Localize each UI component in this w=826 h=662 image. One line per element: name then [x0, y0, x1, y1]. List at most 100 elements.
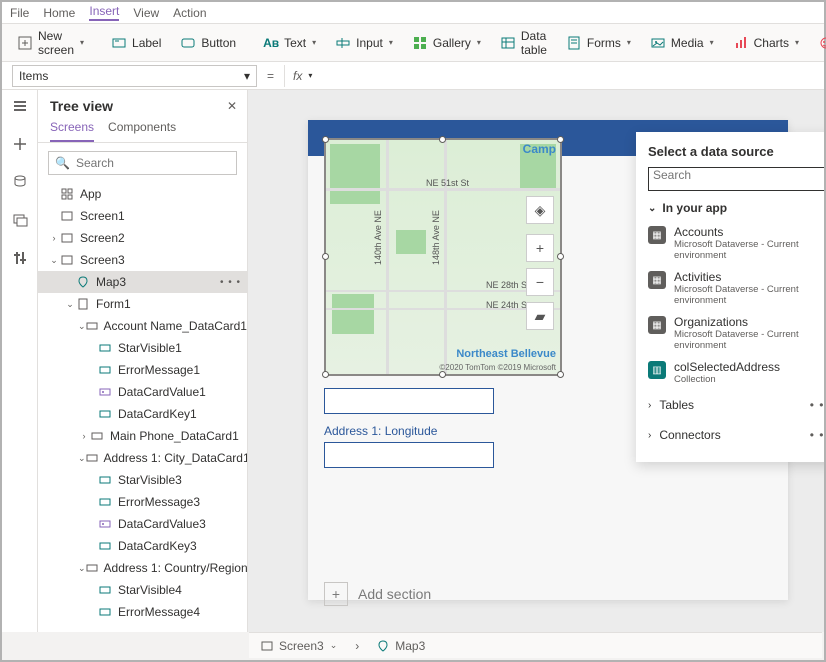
data-rail-button[interactable]	[10, 172, 30, 192]
ds-category-connectors[interactable]: ›Connectors• • •	[648, 420, 824, 450]
tab-components[interactable]: Components	[108, 120, 176, 142]
breadcrumb-map3[interactable]: Map3	[377, 639, 425, 653]
label-button[interactable]: Label	[104, 32, 169, 54]
map-locate-button[interactable]: ◈	[526, 196, 554, 224]
label-icon	[98, 539, 112, 553]
forms-dropdown[interactable]: Forms▾	[559, 32, 639, 54]
screen-icon	[60, 209, 74, 223]
map-layers-button[interactable]: ▰	[526, 302, 554, 330]
menu-view[interactable]: View	[133, 6, 159, 20]
new-screen-button[interactable]: New screen▾	[10, 25, 92, 61]
formula-bar: Items▾ = fx▾	[2, 62, 824, 90]
advanced-rail-button[interactable]	[10, 248, 30, 268]
tree-item-screen3[interactable]: ⌄Screen3	[38, 249, 247, 271]
ds-item-collection[interactable]: ▥colSelectedAddressCollection	[648, 356, 824, 390]
map-place-label: Camp	[523, 142, 556, 156]
tab-screens[interactable]: Screens	[50, 120, 94, 142]
insert-rail-button[interactable]	[10, 134, 30, 154]
tree-item-sv4[interactable]: StarVisible4	[38, 579, 247, 601]
more-icon[interactable]: • • •	[810, 398, 824, 412]
media-dropdown[interactable]: Media▾	[643, 32, 722, 54]
more-icon[interactable]: • • •	[220, 277, 241, 288]
tree-item-addrcity[interactable]: ⌄Address 1: City_DataCard1	[38, 447, 247, 469]
data-source-search-input[interactable]	[653, 168, 824, 182]
screen-icon	[60, 231, 74, 245]
data-table-button[interactable]: Data table	[493, 25, 555, 61]
tree-item-em1[interactable]: ErrorMessage1	[38, 359, 247, 381]
menu-file[interactable]: File	[10, 6, 29, 20]
app-icon	[60, 187, 74, 201]
tree-item-dck1[interactable]: DataCardKey1	[38, 403, 247, 425]
form-icon	[76, 297, 90, 311]
ds-item-organizations[interactable]: ▦OrganizationsMicrosoft Dataverse - Curr…	[648, 311, 824, 356]
map-zoom-out-button[interactable]: −	[526, 268, 554, 296]
tree-item-acct[interactable]: ⌄Account Name_DataCard1	[38, 315, 247, 337]
equals-label: =	[257, 69, 284, 83]
datacard-icon	[90, 429, 104, 443]
tree-item-sv3[interactable]: StarVisible3	[38, 469, 247, 491]
more-icon[interactable]: • • •	[810, 428, 824, 442]
tree-item-sv1[interactable]: StarVisible1	[38, 337, 247, 359]
text-dropdown[interactable]: AʙText▾	[256, 32, 324, 54]
charts-dropdown[interactable]: Charts▾	[726, 32, 807, 54]
data-source-search[interactable]	[648, 167, 824, 191]
ds-item-accounts[interactable]: ▦AccountsMicrosoft Dataverse - Current e…	[648, 221, 824, 266]
collection-icon: ▥	[648, 361, 666, 379]
menu-action[interactable]: Action	[173, 6, 206, 20]
formula-input[interactable]: fx▾	[284, 65, 824, 87]
longitude-input[interactable]	[324, 442, 494, 468]
breadcrumb-separator: ›	[355, 639, 359, 653]
plus-icon: +	[324, 582, 348, 606]
close-tree-button[interactable]: ✕	[227, 99, 237, 113]
label-icon	[98, 605, 112, 619]
tree-item-em4[interactable]: ErrorMessage4	[38, 601, 247, 623]
tree-item-dck3[interactable]: DataCardKey3	[38, 535, 247, 557]
tree-item-em3[interactable]: ErrorMessage3	[38, 491, 247, 513]
gallery-dropdown[interactable]: Gallery▾	[405, 32, 489, 54]
tree-item-addrcountry[interactable]: ⌄Address 1: Country/Region_DataCar	[38, 557, 247, 579]
dataverse-icon: ▦	[648, 316, 666, 334]
tree-item-dcv3[interactable]: DataCardValue3	[38, 513, 247, 535]
street-label: 140th Ave NE	[373, 210, 383, 265]
tree-item-mainphone[interactable]: ›Main Phone_DataCard1	[38, 425, 247, 447]
field-box[interactable]	[324, 388, 494, 414]
tree-item-screen1[interactable]: Screen1	[38, 205, 247, 227]
screen-icon	[60, 253, 74, 267]
tree-search-input[interactable]	[76, 156, 231, 170]
map-copyright: ©2020 TomTom ©2019 Microsoft	[439, 363, 556, 372]
tree-item-screen2[interactable]: ›Screen2	[38, 227, 247, 249]
gallery-icon	[413, 36, 427, 50]
tree-item-app[interactable]: App	[38, 183, 247, 205]
chevron-right-icon: ›	[648, 430, 651, 441]
data-source-title: Select a data source	[648, 144, 774, 159]
tree-item-form1[interactable]: ⌄Form1	[38, 293, 247, 315]
menu-bar: File Home Insert View Action	[2, 2, 824, 24]
chevron-down-icon: ⌄	[648, 203, 656, 214]
ds-item-activities[interactable]: ▦ActivitiesMicrosoft Dataverse - Current…	[648, 266, 824, 311]
tree-view-rail-button[interactable]	[10, 96, 30, 116]
new-screen-icon	[18, 36, 32, 50]
label-icon	[98, 363, 112, 377]
input-dropdown[interactable]: Input▾	[328, 32, 401, 54]
street-label: NE 51st St	[426, 178, 469, 188]
canvas[interactable]: NE 51st St NE 28th St NE 24th St 140th A…	[248, 90, 824, 632]
button-button[interactable]: Button	[173, 32, 244, 54]
breadcrumb-bar: Screen3⌄ › Map3	[249, 632, 822, 658]
menu-insert[interactable]: Insert	[89, 4, 119, 21]
menu-home[interactable]: Home	[43, 6, 75, 20]
tree-item-dcv1[interactable]: DataCardValue1	[38, 381, 247, 403]
ds-category-tables[interactable]: ›Tables• • •	[648, 390, 824, 420]
media-rail-button[interactable]	[10, 210, 30, 230]
in-your-app-section[interactable]: ⌄In your app	[648, 201, 824, 215]
tree-item-map3[interactable]: Map3• • •	[38, 271, 247, 293]
add-section-button[interactable]: + Add section	[324, 582, 431, 606]
chevron-down-icon: ▾	[308, 71, 312, 80]
map-zoom-in-button[interactable]: +	[526, 234, 554, 262]
icons-dropdown[interactable]: Icons	[811, 32, 826, 54]
label-icon	[98, 407, 112, 421]
street-label: 148th Ave NE	[431, 210, 441, 265]
breadcrumb-screen3[interactable]: Screen3⌄	[261, 639, 337, 653]
property-dropdown[interactable]: Items▾	[12, 65, 257, 87]
tree-search-box[interactable]: 🔍	[48, 151, 237, 175]
map-control[interactable]: NE 51st St NE 28th St NE 24th St 140th A…	[324, 138, 562, 376]
